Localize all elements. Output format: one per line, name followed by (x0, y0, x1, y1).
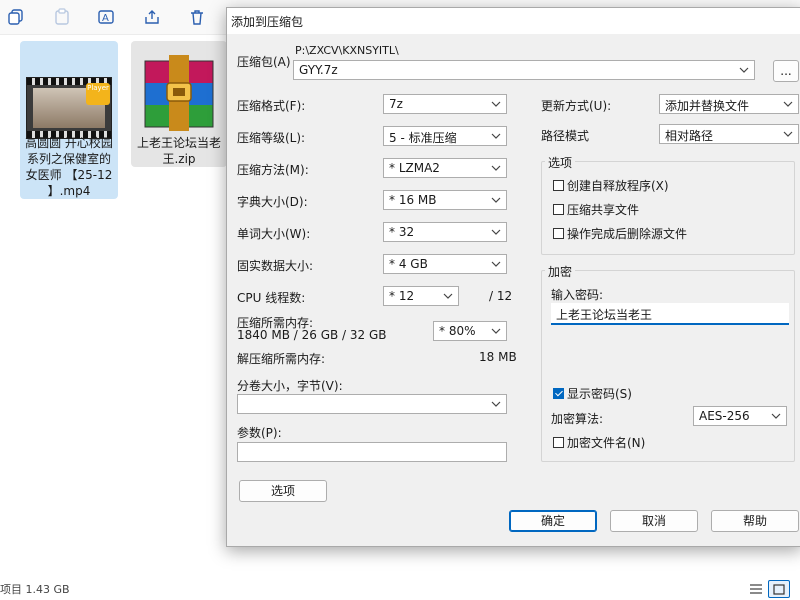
solid-combo[interactable]: * 4 GB (383, 254, 507, 274)
archive-name-combo[interactable]: GYY.7z (293, 60, 755, 80)
chevron-down-icon (491, 197, 501, 203)
update-mode-combo[interactable]: 添加并替换文件 (659, 94, 799, 114)
path-mode-combo[interactable]: 相对路径 (659, 124, 799, 144)
volume-combo[interactable] (237, 394, 507, 414)
chevron-down-icon (491, 401, 501, 407)
format-combo[interactable]: 7z (383, 94, 507, 114)
mem-compress-detail: 1840 MB / 26 GB / 32 GB (237, 328, 387, 342)
mem-percent-combo[interactable]: * 80% (433, 321, 507, 341)
tiles-view-icon[interactable] (768, 580, 790, 598)
file-item-zip[interactable]: 上老王论坛当老 王.zip (131, 41, 227, 167)
add-to-archive-dialog: 添加到压缩包 压缩包(A) P:\ZXCV\KXNSYITL\ GYY.7z .… (226, 7, 800, 547)
chevron-down-icon (783, 131, 793, 137)
chevron-down-icon (443, 293, 453, 299)
cpu-label: CPU 线程数: (237, 291, 306, 305)
winrar-archive-icon (144, 55, 214, 131)
mem-decompress-value: 18 MB (479, 350, 517, 364)
options-button[interactable]: 选项 (239, 480, 327, 502)
archive-path: P:\ZXCV\KXNSYITL\ (295, 44, 399, 57)
status-bar: 项目 1.43 GB (0, 580, 800, 596)
cancel-button[interactable]: 取消 (610, 510, 698, 532)
dialog-titlebar[interactable]: 添加到压缩包 (227, 8, 800, 34)
svg-text:A: A (102, 13, 109, 24)
chevron-down-icon (491, 328, 501, 334)
solid-label: 固实数据大小: (237, 259, 314, 273)
method-combo[interactable]: * LZMA2 (383, 158, 507, 178)
browse-button[interactable]: ... (773, 60, 799, 82)
level-combo[interactable]: 5 - 标准压缩 (383, 126, 507, 146)
dict-combo[interactable]: * 16 MB (383, 190, 507, 210)
delete-after-checkbox[interactable]: 操作完成后删除源文件 (553, 225, 687, 242)
share-icon[interactable] (141, 6, 163, 28)
encryption-method-combo[interactable]: AES-256 (693, 406, 787, 426)
params-label: 参数(P): (237, 426, 282, 440)
chevron-down-icon (783, 101, 793, 107)
file-name: 上老王论坛当老 王.zip (136, 136, 221, 166)
rename-icon[interactable]: A (95, 6, 117, 28)
dialog-title: 添加到压缩包 (231, 15, 304, 29)
chevron-down-icon (491, 165, 501, 171)
paste-icon[interactable] (51, 6, 73, 28)
status-text: 项目 1.43 GB (0, 583, 70, 596)
encrypt-names-checkbox[interactable]: 加密文件名(N) (553, 434, 645, 451)
cpu-max: / 12 (489, 289, 513, 303)
dict-label: 字典大小(D): (237, 195, 308, 209)
chevron-down-icon (739, 67, 749, 73)
word-combo[interactable]: * 32 (383, 222, 507, 242)
path-mode-label: 路径模式 (541, 129, 590, 143)
params-input[interactable] (237, 442, 507, 462)
ok-button[interactable]: 确定 (509, 510, 597, 532)
player-badge-icon: Player (86, 83, 110, 105)
encryption-method-label: 加密算法: (551, 412, 604, 426)
chevron-down-icon (491, 101, 501, 107)
options-group-title: 选项 (545, 154, 576, 171)
chevron-down-icon (491, 133, 501, 139)
copy-icon[interactable] (5, 6, 27, 28)
update-mode-label: 更新方式(U): (541, 99, 612, 113)
cpu-combo[interactable]: * 12 (383, 286, 459, 306)
format-label: 压缩格式(F): (237, 99, 306, 113)
details-view-icon[interactable] (748, 582, 764, 596)
chevron-down-icon (491, 229, 501, 235)
password-input[interactable]: 上老王论坛当老王 (551, 303, 789, 325)
file-name: 高圆圆 开心校园 系列之保健室的 女医师 【25-12 】.mp4 (25, 136, 113, 198)
chevron-down-icon (491, 261, 501, 267)
shared-files-checkbox[interactable]: 压缩共享文件 (553, 201, 639, 218)
show-password-checkbox[interactable]: 显示密码(S) (553, 385, 632, 402)
method-label: 压缩方法(M): (237, 163, 309, 177)
volume-label: 分卷大小，字节(V): (237, 379, 343, 393)
file-item-video[interactable]: Player 高圆圆 开心校园 系列之保健室的 女医师 【25-12 】.mp4 (20, 41, 118, 199)
word-label: 单词大小(W): (237, 227, 311, 241)
level-label: 压缩等级(L): (237, 131, 306, 145)
chevron-down-icon (771, 413, 781, 419)
sfx-checkbox[interactable]: 创建自释放程序(X) (553, 177, 669, 194)
help-button[interactable]: 帮助 (711, 510, 799, 532)
archive-label: 压缩包(A) (237, 55, 291, 69)
password-label: 输入密码: (551, 288, 604, 302)
mem-decompress-label: 解压缩所需内存: (237, 352, 326, 366)
delete-icon[interactable] (186, 6, 208, 28)
encryption-group-title: 加密 (545, 263, 576, 280)
